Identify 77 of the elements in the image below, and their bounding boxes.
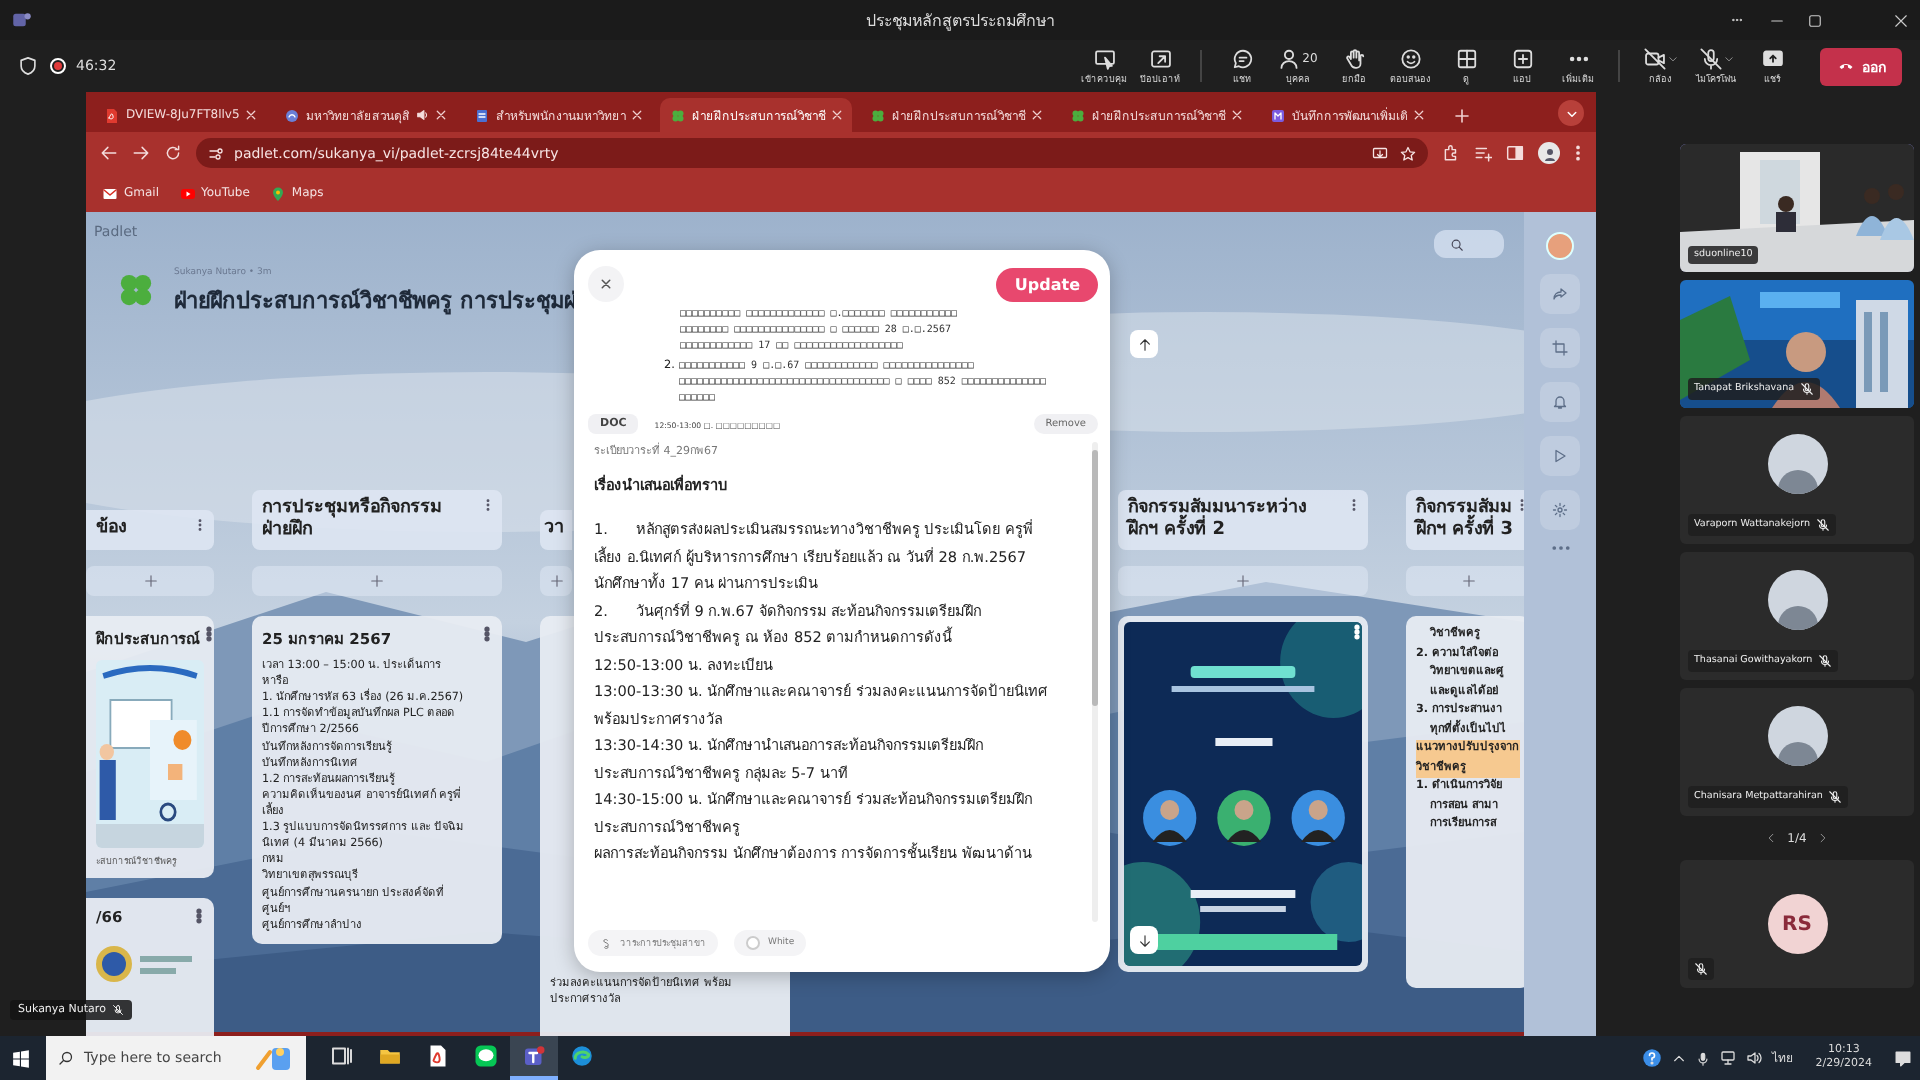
chevron-up-icon[interactable] bbox=[1671, 1051, 1686, 1065]
search-icon bbox=[58, 1050, 74, 1066]
clover-icon bbox=[869, 107, 886, 123]
caret-icon bbox=[1667, 53, 1677, 63]
clover-icon bbox=[1069, 107, 1086, 123]
chat-bubble-icon bbox=[474, 1044, 498, 1068]
crest-icon bbox=[283, 107, 300, 123]
forward-icon[interactable] bbox=[132, 144, 150, 162]
page-icon bbox=[473, 107, 490, 123]
task-view-icon bbox=[330, 1044, 354, 1068]
bell-icon bbox=[1552, 394, 1568, 410]
muted-microphone-icon bbox=[1828, 790, 1843, 804]
avatar bbox=[1767, 434, 1827, 494]
swirl-icon bbox=[570, 1044, 594, 1068]
muted-microphone-icon bbox=[1694, 962, 1708, 976]
profile-avatar[interactable] bbox=[1538, 142, 1560, 164]
star-icon[interactable] bbox=[1400, 145, 1416, 161]
play-icon bbox=[1552, 448, 1568, 464]
start-icon[interactable] bbox=[12, 1049, 30, 1067]
screen-pointer-icon bbox=[1093, 47, 1115, 69]
illustration-icon bbox=[254, 1044, 294, 1072]
install-icon[interactable] bbox=[1372, 145, 1388, 161]
plus-square-icon bbox=[1511, 47, 1533, 69]
avatar bbox=[1767, 570, 1827, 630]
play-icon bbox=[179, 185, 196, 201]
muted-microphone-icon bbox=[1800, 382, 1815, 396]
pdf-icon bbox=[426, 1044, 450, 1068]
new-tab-icon[interactable] bbox=[1453, 108, 1470, 124]
camera-off-icon bbox=[1643, 47, 1665, 69]
more-icon[interactable] bbox=[1728, 14, 1746, 26]
crop-icon bbox=[1552, 340, 1568, 356]
pdf-icon bbox=[104, 107, 120, 123]
caret-icon bbox=[1723, 53, 1733, 63]
help-icon[interactable] bbox=[1641, 1048, 1662, 1068]
shield-icon bbox=[18, 56, 38, 76]
phone-icon bbox=[1836, 58, 1856, 74]
people-icon bbox=[1278, 47, 1301, 69]
person-icon bbox=[1541, 145, 1557, 161]
caret-icon bbox=[1565, 107, 1577, 119]
notification-icon[interactable] bbox=[1894, 1049, 1912, 1067]
tab-search-button[interactable] bbox=[1558, 100, 1584, 126]
team-icon bbox=[522, 1044, 546, 1068]
speaker-icon[interactable] bbox=[1745, 1050, 1762, 1066]
microphone-off-icon bbox=[1699, 47, 1721, 69]
back-icon[interactable] bbox=[100, 144, 118, 162]
maximize-icon[interactable] bbox=[1808, 13, 1822, 27]
menu-icon[interactable] bbox=[1574, 144, 1582, 162]
microphone-icon[interactable] bbox=[1695, 1051, 1710, 1065]
clover-icon bbox=[669, 107, 686, 123]
avatar-initials: RS bbox=[1767, 894, 1827, 954]
window-title: ประชุมหลักสูตรประถมศึกษา bbox=[864, 9, 1056, 33]
side-panel-icon[interactable] bbox=[1506, 144, 1524, 162]
map-pin-icon bbox=[269, 185, 286, 201]
previous-icon[interactable] bbox=[1765, 832, 1776, 844]
participant-tile[interactable]: RS bbox=[1680, 860, 1914, 988]
avatar bbox=[1767, 706, 1827, 766]
square-icon bbox=[1269, 107, 1286, 123]
folder-icon bbox=[378, 1044, 402, 1068]
speaker-icon bbox=[415, 108, 430, 122]
popout-icon bbox=[1149, 47, 1171, 69]
extensions-icon[interactable] bbox=[1442, 144, 1460, 162]
app-icon bbox=[12, 10, 32, 30]
settings-icon bbox=[1552, 502, 1568, 518]
chat-icon bbox=[1231, 47, 1253, 69]
network-icon[interactable] bbox=[1719, 1050, 1736, 1066]
share-screen-icon bbox=[1761, 47, 1783, 69]
muted-microphone-icon bbox=[1816, 518, 1831, 532]
muted-microphone-icon bbox=[1818, 654, 1833, 668]
mail-icon bbox=[102, 185, 118, 201]
smiley-icon bbox=[1399, 47, 1421, 69]
hand-icon bbox=[1343, 47, 1365, 69]
grid-icon bbox=[1455, 47, 1477, 69]
next-icon[interactable] bbox=[1818, 832, 1829, 844]
reload-icon[interactable] bbox=[164, 144, 182, 162]
site-info-icon bbox=[208, 145, 224, 161]
reading-list-icon[interactable] bbox=[1474, 144, 1492, 162]
share-arrow-icon bbox=[1552, 286, 1568, 302]
